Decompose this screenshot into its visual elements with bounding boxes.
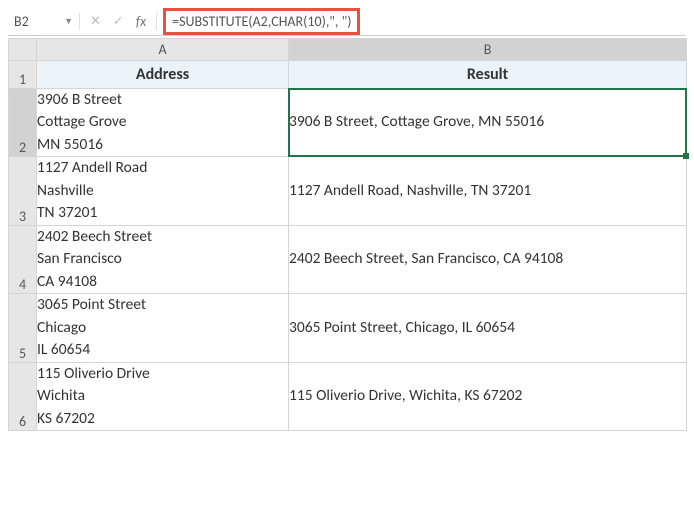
row-header-1[interactable]: 1 bbox=[9, 61, 37, 89]
column-header-B[interactable]: B bbox=[289, 39, 687, 61]
name-box[interactable]: B2 ▼ bbox=[8, 13, 80, 30]
spreadsheet-grid[interactable]: A B 1 Address Result 2 3906 B Street Cot… bbox=[8, 38, 687, 431]
formula-input-wrap[interactable]: =SUBSTITUTE(A2,CHAR(10),", ") bbox=[157, 8, 686, 35]
cancel-icon[interactable]: ✕ bbox=[90, 14, 101, 29]
formula-bar-buttons: ✕ ✓ fx bbox=[80, 13, 157, 30]
row-header-3[interactable]: 3 bbox=[9, 157, 37, 225]
row-header-5[interactable]: 5 bbox=[9, 294, 37, 362]
row-header-4[interactable]: 4 bbox=[9, 225, 37, 293]
cell-A6[interactable]: 115 Oliverio Drive Wichita KS 67202 bbox=[37, 362, 289, 430]
formula-bar: B2 ▼ ✕ ✓ fx =SUBSTITUTE(A2,CHAR(10),", "… bbox=[8, 8, 686, 36]
row-header-6[interactable]: 6 bbox=[9, 362, 37, 430]
cell-A4[interactable]: 2402 Beech Street San Francisco CA 94108 bbox=[37, 225, 289, 293]
cell-B4[interactable]: 2402 Beech Street, San Francisco, CA 941… bbox=[289, 225, 687, 293]
row-header-2[interactable]: 2 bbox=[9, 89, 37, 157]
cell-B2[interactable]: 3906 B Street, Cottage Grove, MN 55016 bbox=[289, 89, 687, 157]
formula-input[interactable]: =SUBSTITUTE(A2,CHAR(10),", ") bbox=[163, 8, 360, 35]
cell-B6[interactable]: 115 Oliverio Drive, Wichita, KS 67202 bbox=[289, 362, 687, 430]
cell-A5[interactable]: 3065 Point Street Chicago IL 60654 bbox=[37, 294, 289, 362]
select-all-corner[interactable] bbox=[9, 39, 37, 61]
cell-B1[interactable]: Result bbox=[289, 61, 687, 89]
fx-icon[interactable]: fx bbox=[136, 13, 146, 30]
cell-A1[interactable]: Address bbox=[37, 61, 289, 89]
accept-icon[interactable]: ✓ bbox=[113, 14, 124, 29]
chevron-down-icon[interactable]: ▼ bbox=[64, 16, 73, 27]
cell-A3[interactable]: 1127 Andell Road Nashville TN 37201 bbox=[37, 157, 289, 225]
column-header-A[interactable]: A bbox=[37, 39, 289, 61]
cell-B3[interactable]: 1127 Andell Road, Nashville, TN 37201 bbox=[289, 157, 687, 225]
name-box-value: B2 bbox=[14, 13, 29, 30]
cell-A2[interactable]: 3906 B Street Cottage Grove MN 55016 bbox=[37, 89, 289, 157]
cell-B5[interactable]: 3065 Point Street, Chicago, IL 60654 bbox=[289, 294, 687, 362]
